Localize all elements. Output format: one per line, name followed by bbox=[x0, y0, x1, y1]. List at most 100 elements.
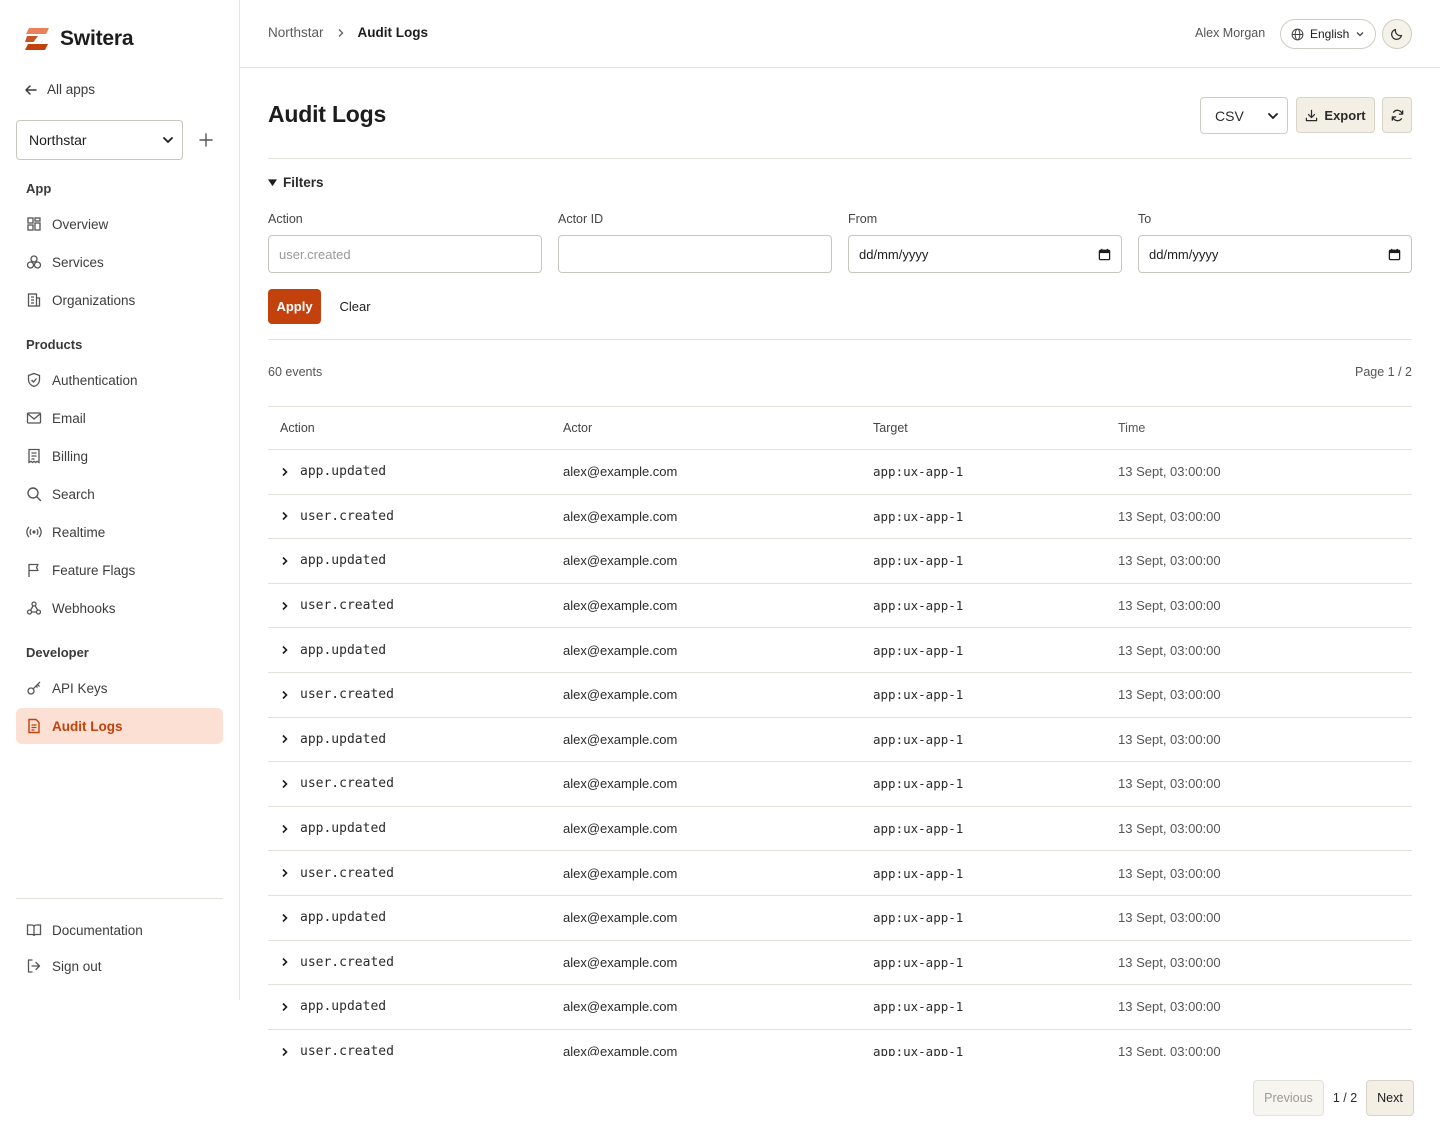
chevron-right-icon[interactable] bbox=[280, 734, 290, 744]
action-value: app.updated bbox=[300, 731, 387, 747]
action-value: app.updated bbox=[300, 821, 387, 837]
sidebar-item-services[interactable]: Services bbox=[16, 244, 223, 280]
action-cell: user.created bbox=[268, 866, 563, 881]
table-row[interactable]: user.created alex@example.com app:ux-app-1… bbox=[268, 762, 1412, 807]
search-icon bbox=[27, 487, 42, 502]
table-row[interactable]: user.created alex@example.com app:ux-app-1… bbox=[268, 1030, 1412, 1056]
table-row[interactable]: user.created alex@example.com app:ux-app-1… bbox=[268, 851, 1412, 896]
chevron-right-icon[interactable] bbox=[280, 868, 290, 878]
table-row[interactable]: app.updated alex@example.com app:ux-app-1 1… bbox=[268, 718, 1412, 763]
action-cell: app.updated bbox=[268, 464, 563, 479]
sidebar-item-billing[interactable]: Billing bbox=[16, 438, 223, 474]
sidebar-item-label: Billing bbox=[52, 448, 89, 464]
chevron-right-icon[interactable] bbox=[280, 556, 290, 566]
table-row[interactable]: app.updated alex@example.com app:ux-app-1 1… bbox=[268, 450, 1412, 495]
to-date-input[interactable]: dd/mm/yyyy bbox=[1138, 235, 1412, 273]
previous-page-button[interactable]: Previous bbox=[1253, 1080, 1324, 1116]
next-page-button[interactable]: Next bbox=[1366, 1080, 1414, 1116]
time-cell: 13 Sept, 03:00:00 bbox=[1118, 687, 1221, 703]
chevron-right-icon[interactable] bbox=[280, 467, 290, 477]
chevron-right-icon[interactable] bbox=[280, 824, 290, 834]
all-apps-link[interactable]: All apps bbox=[24, 82, 95, 97]
time-cell: 13 Sept, 03:00:00 bbox=[1118, 642, 1221, 658]
chevron-right-icon[interactable] bbox=[280, 645, 290, 655]
chevron-right-icon[interactable] bbox=[280, 1002, 290, 1012]
clear-filters-button[interactable]: Clear bbox=[332, 289, 378, 324]
add-app-button[interactable] bbox=[196, 130, 216, 150]
refresh-button[interactable] bbox=[1382, 97, 1412, 133]
all-apps-label: All apps bbox=[47, 82, 96, 97]
table-row[interactable]: user.created alex@example.com app:ux-app-1… bbox=[268, 584, 1412, 629]
language-selector[interactable]: English bbox=[1280, 19, 1376, 49]
export-format-select[interactable]: CSV bbox=[1200, 97, 1288, 134]
sidebar-item-audit-logs[interactable]: Audit Logs bbox=[16, 708, 223, 744]
sidebar-item-feature-flags[interactable]: Feature Flags bbox=[16, 552, 223, 588]
table-row[interactable]: app.updated alex@example.com app:ux-app-1 1… bbox=[268, 896, 1412, 941]
column-header-time: Time bbox=[1118, 421, 1146, 435]
brand[interactable]: Switera bbox=[24, 27, 134, 51]
target-cell: app:ux-app-1 bbox=[873, 910, 964, 926]
table-row[interactable]: app.updated alex@example.com app:ux-app-1 1… bbox=[268, 628, 1412, 673]
sidebar-item-label: Documentation bbox=[52, 922, 143, 938]
pagination: Previous 1 / 2 Next bbox=[1253, 1080, 1414, 1116]
flag-icon bbox=[28, 563, 39, 577]
actor-cell: alex@example.com bbox=[563, 776, 678, 792]
sidebar-item-realtime[interactable]: Realtime bbox=[16, 514, 223, 550]
arrow-left-icon bbox=[25, 84, 37, 95]
sidebar-item-overview[interactable]: Overview bbox=[16, 206, 223, 242]
chevron-right-icon[interactable] bbox=[280, 957, 290, 967]
target-cell: app:ux-app-1 bbox=[873, 464, 964, 480]
filters-toggle[interactable]: Filters bbox=[268, 175, 324, 190]
app-select[interactable]: Northstar bbox=[16, 120, 183, 160]
actor-cell: alex@example.com bbox=[563, 598, 678, 614]
chevron-right-icon[interactable] bbox=[280, 601, 290, 611]
sidebar-item-email[interactable]: Email bbox=[16, 400, 223, 436]
sidebar-item-label: Audit Logs bbox=[52, 718, 123, 734]
chevron-right-icon[interactable] bbox=[280, 913, 290, 923]
from-date-input[interactable]: dd/mm/yyyy bbox=[848, 235, 1122, 273]
table-row[interactable]: user.created alex@example.com app:ux-app-1… bbox=[268, 941, 1412, 986]
table-row[interactable]: user.created alex@example.com app:ux-app-1… bbox=[268, 495, 1412, 540]
table-row[interactable]: app.updated alex@example.com app:ux-app-1 1… bbox=[268, 539, 1412, 584]
actor-cell: alex@example.com bbox=[563, 731, 678, 747]
chevron-down-icon bbox=[1268, 112, 1278, 119]
actor-id-input[interactable] bbox=[558, 235, 832, 273]
sidebar-item-sign-out[interactable]: Sign out bbox=[16, 948, 223, 984]
chevron-right-icon bbox=[338, 28, 344, 37]
plus-icon bbox=[199, 133, 213, 147]
chevron-right-icon[interactable] bbox=[280, 1047, 290, 1056]
action-filter-input[interactable]: user.created bbox=[268, 235, 542, 273]
action-value: user.created bbox=[300, 954, 394, 970]
theme-toggle-button[interactable] bbox=[1382, 19, 1412, 49]
calendar-icon[interactable] bbox=[1098, 248, 1111, 261]
chevron-right-icon[interactable] bbox=[280, 779, 290, 789]
table-row[interactable]: app.updated alex@example.com app:ux-app-1 1… bbox=[268, 807, 1412, 852]
table-row[interactable]: app.updated alex@example.com app:ux-app-1 1… bbox=[268, 985, 1412, 1030]
export-button[interactable]: Export bbox=[1296, 97, 1375, 133]
sidebar-item-authentication[interactable]: Authentication bbox=[16, 362, 223, 398]
sidebar-item-search[interactable]: Search bbox=[16, 476, 223, 512]
calendar-icon[interactable] bbox=[1388, 248, 1401, 261]
sidebar-item-documentation[interactable]: Documentation bbox=[16, 912, 223, 948]
column-header-target: Target bbox=[873, 421, 908, 435]
sidebar-item-label: Services bbox=[52, 254, 104, 270]
chevron-right-icon[interactable] bbox=[280, 511, 290, 521]
export-format-value: CSV bbox=[1215, 107, 1244, 124]
actor-cell: alex@example.com bbox=[563, 642, 678, 658]
action-cell: user.created bbox=[268, 1044, 563, 1056]
apply-filters-button[interactable]: Apply bbox=[268, 289, 321, 324]
sidebar-item-organizations[interactable]: Organizations bbox=[16, 282, 223, 318]
chevron-down-icon bbox=[1356, 32, 1364, 37]
action-filter-placeholder: user.created bbox=[279, 246, 351, 262]
audit-log-table: Action Actor Target Time app.updated alex… bbox=[268, 406, 1412, 1056]
download-icon bbox=[1306, 109, 1318, 121]
language-label: English bbox=[1310, 27, 1350, 41]
time-cell: 13 Sept, 03:00:00 bbox=[1118, 598, 1221, 614]
building-icon bbox=[27, 293, 41, 307]
actor-filter-label: Actor ID bbox=[558, 212, 604, 226]
breadcrumb-item-app[interactable]: Northstar bbox=[268, 25, 324, 40]
chevron-right-icon[interactable] bbox=[280, 690, 290, 700]
sidebar-item-api-keys[interactable]: API Keys bbox=[16, 670, 223, 706]
table-row[interactable]: user.created alex@example.com app:ux-app-1… bbox=[268, 673, 1412, 718]
sidebar-item-webhooks[interactable]: Webhooks bbox=[16, 590, 223, 626]
